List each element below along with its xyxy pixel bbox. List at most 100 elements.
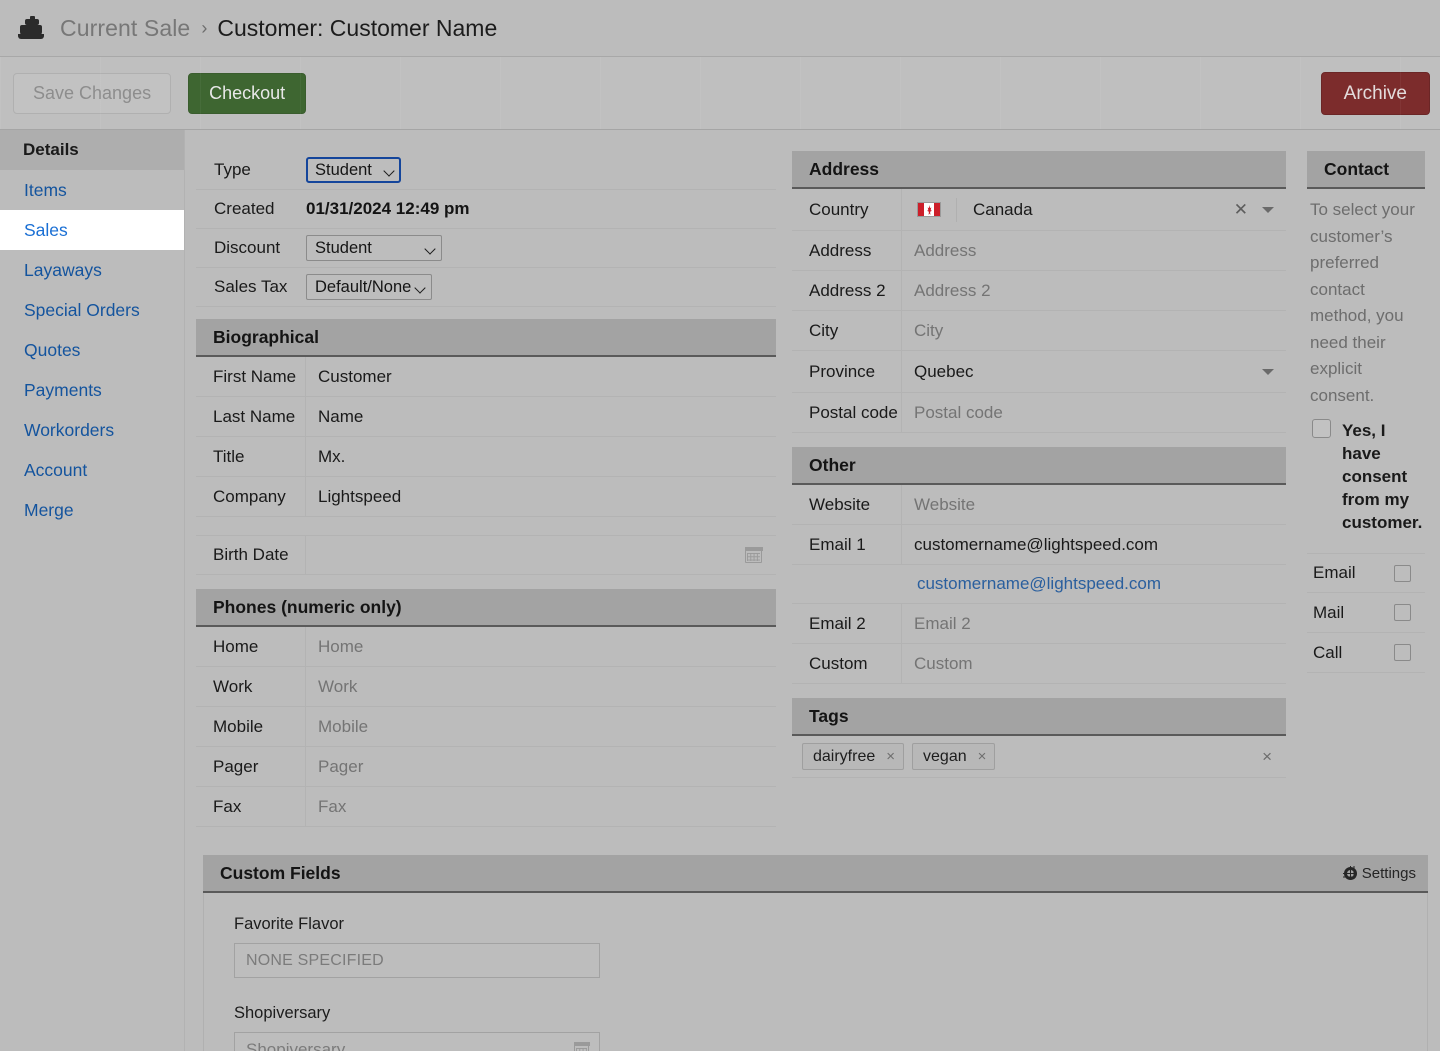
archive-button[interactable]: Archive <box>1321 72 1430 115</box>
contact-description: To select your customer’s preferred cont… <box>1307 189 1425 409</box>
address-header: Address <box>792 151 1286 189</box>
province-row: Province Quebec <box>792 351 1286 393</box>
clear-country-icon[interactable]: ✕ <box>1234 201 1248 218</box>
consent-checkbox[interactable] <box>1312 419 1331 438</box>
address-input[interactable]: Address <box>902 231 1286 270</box>
chevron-down-icon[interactable] <box>1262 207 1274 213</box>
city-label: City <box>792 311 902 350</box>
favorite-flavor-input[interactable]: NONE SPECIFIED <box>234 943 600 978</box>
phone-fax-row: Fax Fax <box>196 787 776 827</box>
sidebar-item-quotes[interactable]: Quotes <box>0 330 185 370</box>
clear-all-tags-icon[interactable]: × <box>1262 747 1272 767</box>
phone-fax-input[interactable]: Fax <box>306 787 776 826</box>
email1-mailto-link[interactable]: customername@lightspeed.com <box>917 574 1161 594</box>
contact-method-email-checkbox[interactable] <box>1394 565 1411 582</box>
country-select[interactable]: Canada ✕ <box>902 189 1286 230</box>
calendar-icon[interactable] <box>745 547 762 563</box>
province-value: Quebec <box>914 362 1262 382</box>
country-value: Canada <box>957 200 1234 220</box>
contact-method-mail-checkbox[interactable] <box>1394 604 1411 621</box>
phone-work-input[interactable]: Work <box>306 667 776 706</box>
custom-label: Custom <box>792 644 902 683</box>
email1-input[interactable]: customername@lightspeed.com <box>902 525 1286 564</box>
sidebar-item-account[interactable]: Account <box>0 450 185 490</box>
sidebar-item-special-orders[interactable]: Special Orders <box>0 290 185 330</box>
discount-label: Discount <box>196 238 306 258</box>
company-input[interactable]: Lightspeed <box>306 477 776 516</box>
website-label: Website <box>792 485 902 524</box>
address2-input[interactable]: Address 2 <box>902 271 1286 310</box>
first-name-row: First Name Customer <box>196 357 776 397</box>
phones-section: Phones (numeric only) Home Home Work Wor… <box>196 589 776 827</box>
address2-label: Address 2 <box>792 271 902 310</box>
sales-tax-select[interactable]: Default/None <box>306 274 432 300</box>
email2-row: Email 2 Email 2 <box>792 604 1286 644</box>
postal-code-input[interactable]: Postal code <box>902 393 1286 432</box>
phone-mobile-input[interactable]: Mobile <box>306 707 776 746</box>
contact-method-call-checkbox[interactable] <box>1394 644 1411 661</box>
custom-fields-header: Custom Fields Settings <box>203 855 1428 893</box>
custom-fields-settings-link[interactable]: Settings <box>1344 865 1416 882</box>
checkout-button[interactable]: Checkout <box>188 73 306 114</box>
settings-label: Settings <box>1362 865 1416 882</box>
sidebar-item-merge[interactable]: Merge <box>0 490 185 530</box>
phone-fax-label: Fax <box>196 787 306 826</box>
first-name-input[interactable]: Customer <box>306 357 776 396</box>
cash-register-icon <box>18 16 46 40</box>
breadcrumb: Current Sale › Customer: Customer Name <box>0 0 1440 57</box>
save-changes-button[interactable]: Save Changes <box>13 73 171 114</box>
email1-label: Email 1 <box>792 525 902 564</box>
province-select[interactable]: Quebec <box>902 351 1286 392</box>
canada-flag-icon <box>902 198 957 222</box>
sidebar-item-workorders[interactable]: Workorders <box>0 410 185 450</box>
favorite-flavor-value: NONE SPECIFIED <box>246 952 384 970</box>
created-row: Created 01/31/2024 12:49 pm <box>196 190 776 229</box>
phone-pager-label: Pager <box>196 747 306 786</box>
city-input[interactable]: City <box>902 311 1286 350</box>
chevron-down-icon <box>385 166 394 175</box>
country-label: Country <box>792 189 902 230</box>
chevron-down-icon[interactable] <box>1262 369 1274 375</box>
phone-work-label: Work <box>196 667 306 706</box>
sidebar-item-sales[interactable]: Sales <box>0 210 185 250</box>
phone-home-input[interactable]: Home <box>306 627 776 666</box>
contact-method-mail-row: Mail <box>1307 593 1425 633</box>
sidebar-item-payments[interactable]: Payments <box>0 370 185 410</box>
title-label: Title <box>196 437 306 476</box>
created-value: 01/31/2024 12:49 pm <box>306 199 470 219</box>
email2-input[interactable]: Email 2 <box>902 604 1286 643</box>
phone-pager-input[interactable]: Pager <box>306 747 776 786</box>
sidebar-item-layaways[interactable]: Layaways <box>0 250 185 290</box>
remove-tag-icon[interactable]: × <box>886 748 895 765</box>
last-name-input[interactable]: Name <box>306 397 776 436</box>
phone-home-row: Home Home <box>196 627 776 667</box>
sidebar-item-items[interactable]: Items <box>0 170 185 210</box>
shopiversary-input[interactable]: Shopiversary <box>234 1032 600 1051</box>
calendar-icon[interactable] <box>574 1042 589 1051</box>
tags-input[interactable]: dairyfree × vegan × × <box>792 736 1286 778</box>
customer-meta-section: Type Student Created 01/31/2024 12:49 pm… <box>196 151 776 307</box>
title-input[interactable]: Mx. <box>306 437 776 476</box>
contact-method-email-label: Email <box>1313 563 1356 583</box>
tag-chip: dairyfree × <box>802 743 904 770</box>
phone-mobile-label: Mobile <box>196 707 306 746</box>
tags-section: Tags dairyfree × vegan × × <box>792 698 1286 778</box>
birth-date-input[interactable] <box>306 536 776 574</box>
tags-header: Tags <box>792 698 1286 736</box>
type-select[interactable]: Student <box>306 157 401 183</box>
breadcrumb-parent[interactable]: Current Sale <box>60 15 190 42</box>
website-row: Website Website <box>792 485 1286 525</box>
custom-input[interactable]: Custom <box>902 644 1286 683</box>
first-name-label: First Name <box>196 357 306 396</box>
discount-select[interactable]: Student <box>306 235 442 261</box>
address-label: Address <box>792 231 902 270</box>
action-toolbar: Save Changes Checkout Archive <box>0 57 1440 130</box>
chevron-down-icon <box>416 283 425 292</box>
tag-chip: vegan × <box>912 743 995 770</box>
discount-row: Discount Student <box>196 229 776 268</box>
birth-date-label: Birth Date <box>196 536 306 574</box>
website-input[interactable]: Website <box>902 485 1286 524</box>
discount-select-value: Student <box>315 239 372 258</box>
remove-tag-icon[interactable]: × <box>978 748 987 765</box>
favorite-flavor-label: Favorite Flavor <box>234 915 1427 934</box>
